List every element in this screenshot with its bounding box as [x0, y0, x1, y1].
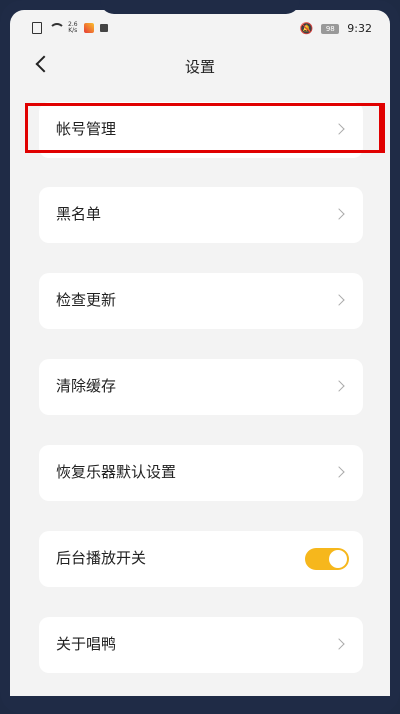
sim-icon: [32, 22, 42, 34]
status-bar: 2.6 K/s 🔕 98 9:32: [10, 20, 390, 40]
menu-item-label: 关于唱鸭: [56, 635, 117, 653]
menu-item-label: 清除缓存: [56, 377, 117, 395]
network-speed: 2.6 K/s: [68, 22, 78, 34]
chevron-right-icon: [333, 380, 345, 392]
page-title: 设置: [184, 58, 215, 76]
menu-item-about[interactable]: 关于唱鸭: [39, 617, 363, 673]
toggle-knob: [329, 550, 347, 568]
menu-item-label: 检查更新: [56, 291, 117, 309]
menu-item-label: 恢复乐器默认设置: [56, 463, 177, 481]
menu-item-blacklist[interactable]: 黑名单: [39, 187, 363, 243]
chevron-right-icon: [333, 123, 345, 135]
menu-item-check-update[interactable]: 检查更新: [39, 273, 363, 329]
status-right: 🔕 98 9:32: [300, 22, 372, 35]
wifi-icon: [48, 23, 65, 33]
menu-item-label: 后台播放开关: [56, 549, 147, 567]
menu-item-reset-instrument[interactable]: 恢复乐器默认设置: [39, 445, 363, 501]
bell-off-icon: 🔕: [299, 22, 314, 35]
menu-item-clear-cache[interactable]: 清除缓存: [39, 359, 363, 415]
notification-square-icon: [99, 24, 108, 32]
menu-item-label: 黑名单: [56, 205, 102, 223]
menu-item-background-play: 后台播放开关: [39, 531, 363, 587]
menu-item-label: 帐号管理: [56, 120, 117, 138]
clock: 9:32: [347, 22, 372, 35]
chevron-right-icon: [333, 638, 345, 650]
menu-item-account[interactable]: 帐号管理: [39, 102, 363, 158]
phone-frame: 2.6 K/s 🔕 98 9:32 设置 帐号管理 黑名单 检查更新 清除缓存 …: [0, 0, 400, 714]
nav-bar: 设置: [10, 50, 390, 84]
status-left: 2.6 K/s: [32, 22, 108, 34]
background-play-toggle[interactable]: [305, 548, 349, 570]
chevron-right-icon: [333, 294, 345, 306]
camera-notch: [100, 0, 300, 14]
chevron-right-icon: [333, 208, 345, 220]
battery-icon: 98: [321, 23, 340, 34]
screen: 2.6 K/s 🔕 98 9:32 设置 帐号管理 黑名单 检查更新 清除缓存 …: [10, 10, 390, 696]
chevron-right-icon: [333, 466, 345, 478]
app-notification-icon: [83, 23, 94, 33]
network-speed-unit: K/s: [68, 27, 78, 34]
